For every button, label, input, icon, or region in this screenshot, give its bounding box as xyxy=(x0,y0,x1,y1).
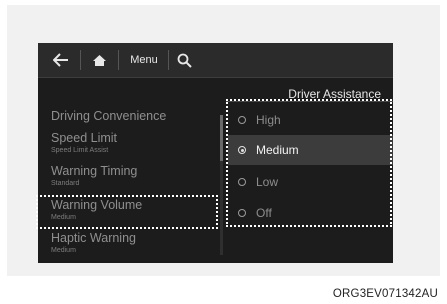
menu-item-label: Speed Limit xyxy=(51,131,118,145)
top-toolbar: Menu xyxy=(38,43,393,78)
menu-item-label: Haptic Warning xyxy=(51,231,136,245)
search-icon xyxy=(177,53,192,68)
toolbar-divider xyxy=(168,50,169,70)
menu-item-warning-timing[interactable]: Warning Timing Standard xyxy=(51,164,137,187)
home-icon xyxy=(92,54,106,66)
menu-item-label: Driving Convenience xyxy=(51,109,167,123)
menu-button[interactable]: Menu xyxy=(122,43,166,77)
figure-code: ORG3EV071342AU xyxy=(332,288,438,300)
menu-item-value: Medium xyxy=(51,247,76,254)
arrow-left-icon xyxy=(53,53,68,67)
menu-item-speed-limit[interactable]: Speed Limit Speed Limit Assist xyxy=(51,131,117,154)
toolbar-divider xyxy=(118,50,119,70)
highlight-warning-volume xyxy=(36,195,218,229)
back-button[interactable] xyxy=(46,43,76,77)
home-button[interactable] xyxy=(84,43,114,77)
menu-item-driving-convenience[interactable]: Driving Convenience xyxy=(51,109,166,123)
search-button[interactable] xyxy=(172,43,196,77)
highlight-options xyxy=(226,99,392,227)
menu-item-value: Standard xyxy=(51,180,80,187)
menu-item-value: Speed Limit Assist xyxy=(51,147,109,154)
toolbar-divider xyxy=(80,50,81,70)
menu-item-haptic-warning[interactable]: Haptic Warning Medium xyxy=(51,231,136,254)
menu-item-label: Warning Timing xyxy=(51,164,138,178)
scrollbar-thumb[interactable] xyxy=(220,115,223,161)
